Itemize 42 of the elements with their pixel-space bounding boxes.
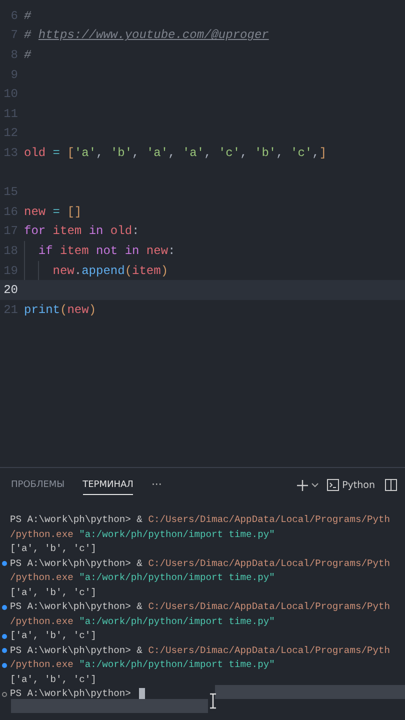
command-status-dot[interactable] xyxy=(2,662,7,668)
terminal-line: /python.exe "a:/work/ph/python/import time.py" xyxy=(10,528,275,542)
terminal-line: PS A:\work\ph\python> & C:/Users/Dimac/AppData/Local/Programs/Pyth xyxy=(10,600,390,614)
code-comment: # xyxy=(24,8,32,23)
terminal-line: /python.exe "a:/work/ph/python/import time.py" xyxy=(10,614,275,628)
code-comment: # xyxy=(24,48,32,62)
terminal-line: PS A:\work\ph\python> & C:/Users/Dimac/AppData/Local/Programs/Pyth xyxy=(10,513,390,527)
split-icon xyxy=(385,479,397,491)
new-terminal-button[interactable] xyxy=(296,478,310,492)
command-pending-dot[interactable] xyxy=(2,692,7,696)
terminal-line: ['a', 'b', 'c'] xyxy=(10,672,96,686)
line-number: 20 xyxy=(2,283,19,298)
code-line: new.append(item) xyxy=(52,264,168,278)
terminal-line: ['a', 'b', 'c'] xyxy=(10,629,96,643)
panel-tab[interactable]: ПРОБЛЕМЫ xyxy=(11,476,65,494)
terminal-line: PS A:\work\ph\python> & C:/Users/Dimac/AppData/Local/Programs/Pyth xyxy=(10,644,390,658)
command-status-dot[interactable] xyxy=(2,648,7,653)
terminal-prompt: PS A:\work\ph\python> xyxy=(10,687,132,701)
command-status-dot[interactable] xyxy=(2,634,7,638)
chevron-down-icon xyxy=(311,482,320,488)
split-terminal-button[interactable] xyxy=(385,479,397,491)
terminal-line: /python.exe "a:/work/ph/python/import time.py" xyxy=(10,658,275,672)
terminal-line: ['a', 'b', 'c'] xyxy=(10,542,96,556)
code-line: for item in old: xyxy=(24,224,140,238)
url-link[interactable]: https://www.youtube.com/@uproger xyxy=(38,28,269,42)
terminal-line: /python.exe "a:/work/ph/python/import time.py" xyxy=(10,571,275,585)
code-line: old = ['a', 'b', 'a', 'a', 'c', 'b', 'c',] xyxy=(24,146,327,160)
panel-tab[interactable]: ТЕРМИНАЛ xyxy=(82,476,134,494)
dropdown-button[interactable] xyxy=(311,482,320,488)
code-line: print(new) xyxy=(24,302,96,317)
code-line: if item not in new: xyxy=(38,244,176,258)
terminal-line: PS A:\work\ph\python> & C:/Users/Dimac/AppData/Local/Programs/Pyth xyxy=(10,556,390,570)
terminal-line: ['a', 'b', 'c'] xyxy=(10,586,96,600)
command-status-dot[interactable] xyxy=(2,604,7,610)
terminal-icon xyxy=(327,479,340,491)
plus-icon xyxy=(296,478,310,492)
code-line: new = [] xyxy=(24,204,82,219)
terminal-profile-button[interactable]: Python xyxy=(327,479,375,491)
command-status-dot[interactable] xyxy=(2,561,7,566)
comment-mark: # xyxy=(24,28,32,42)
more-button[interactable]: ··· xyxy=(151,474,162,496)
text-select-cursor-icon xyxy=(209,693,217,709)
